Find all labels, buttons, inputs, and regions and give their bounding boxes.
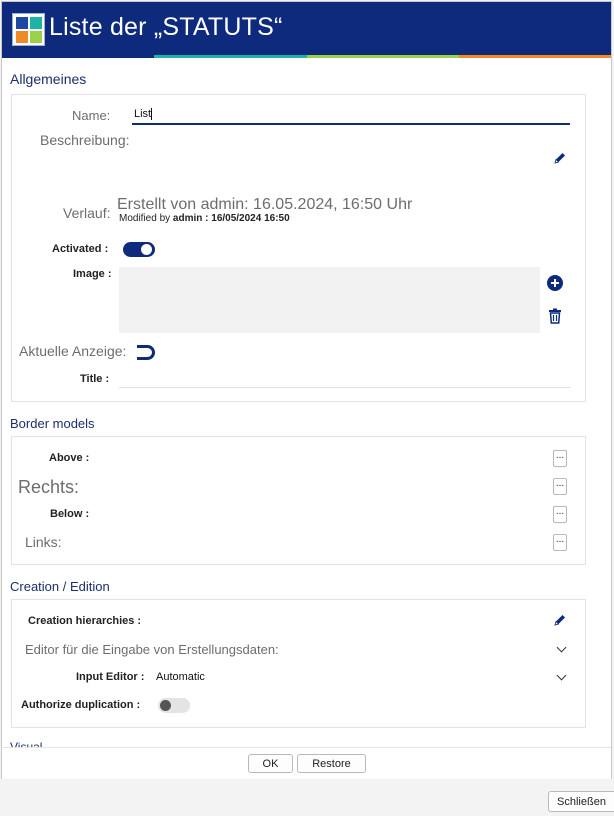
current-display-label: Aktuelle Anzeige: (19, 343, 127, 359)
section-title-border-models: Border models (10, 416, 95, 431)
general-panel: Name: List Beschreibung: Verlauf: Erstel… (11, 94, 586, 402)
image-label: Image : (73, 268, 112, 280)
add-image-plus-icon[interactable] (547, 275, 563, 291)
current-display-toggle[interactable] (137, 345, 155, 360)
window-title: Liste der „STATUTS“ (49, 13, 283, 41)
below-label: Below : (50, 508, 90, 520)
ok-button[interactable]: OK (248, 754, 293, 773)
activated-toggle[interactable] (123, 242, 155, 257)
left-label: Links: (25, 534, 62, 550)
history-modified: Modified by admin : 16/05/2024 16:50 (119, 213, 290, 224)
authorize-duplication-label: Authorize duplication : (21, 699, 141, 711)
history-label: Verlauf: (63, 205, 111, 221)
left-dots-button[interactable]: ... (553, 534, 567, 551)
activated-label: Activated : (52, 243, 109, 255)
edit-description-pencil-icon[interactable] (552, 150, 568, 166)
name-input[interactable]: List (132, 108, 570, 125)
history-created: Erstellt von admin: 16.05.2024, 16:50 Uh… (117, 196, 413, 213)
title-input[interactable] (119, 375, 570, 388)
creation-hierarchies-label: Creation hierarchies : (28, 615, 142, 627)
editor-label: Editor für die Eingabe von Erstellungsda… (25, 642, 279, 657)
above-label: Above : (49, 452, 90, 464)
input-editor-chevron-down-icon[interactable] (556, 670, 567, 681)
right-label: Rechts: (18, 477, 80, 497)
restore-button[interactable]: Restore (297, 754, 366, 773)
dialog-window: Liste der „STATUTS“ Allgemeines Name: Li… (1, 1, 612, 779)
section-title-general: Allgemeines (10, 71, 87, 87)
below-dots-button[interactable]: ... (553, 506, 567, 523)
input-editor-label: Input Editor : (76, 671, 145, 683)
title-label: Title : (80, 373, 110, 385)
edit-hierarchies-pencil-icon[interactable] (552, 612, 568, 628)
input-editor-select[interactable]: Automatic (156, 671, 205, 683)
description-label: Beschreibung: (40, 132, 130, 148)
title-stripes (2, 55, 611, 58)
creation-panel: Creation hierarchies : Editor für die Ei… (11, 599, 586, 728)
border-models-panel: Above : ... Rechts: ... Below : ... Link… (11, 436, 586, 565)
section-title-creation: Creation / Edition (10, 579, 110, 594)
close-button[interactable]: Schließen (548, 791, 614, 812)
delete-image-trash-icon[interactable] (547, 308, 563, 324)
above-dots-button[interactable]: ... (553, 450, 567, 467)
right-dots-button[interactable]: ... (553, 478, 567, 495)
editor-chevron-down-icon[interactable] (556, 642, 567, 653)
name-label: Name: (72, 108, 111, 123)
authorize-duplication-toggle[interactable] (158, 698, 190, 713)
image-dropzone[interactable] (119, 267, 540, 333)
dialog-footer: OK Restore (2, 747, 611, 779)
app-icon (12, 13, 45, 46)
title-bar: Liste der „STATUTS“ (2, 2, 611, 58)
